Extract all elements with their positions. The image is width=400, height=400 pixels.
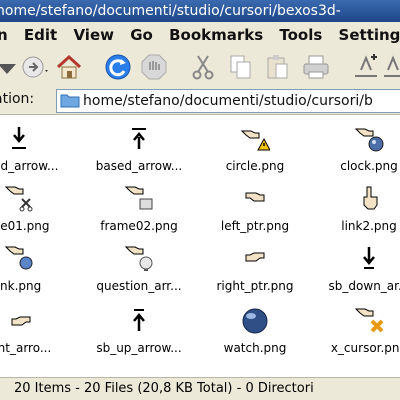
cut-icon[interactable] — [188, 52, 218, 82]
file-item[interactable]: sb_up_arrow... — [80, 301, 198, 361]
decrease-font-icon[interactable] — [382, 52, 400, 82]
file-name: x_cursor.png — [330, 341, 400, 355]
file-item[interactable]: me01.png — [0, 179, 78, 239]
menu-item-edit[interactable]: Edit — [24, 26, 57, 44]
copy-icon[interactable] — [225, 52, 255, 82]
location-input[interactable]: home/stefano/documenti/studio/cursori/b — [56, 89, 400, 113]
folder-icon — [60, 94, 80, 108]
menu-item-settings[interactable]: Settings — [339, 26, 400, 44]
hand-right-arrow-cursor-icon — [11, 316, 31, 326]
file-name: right_ptr.png — [216, 279, 294, 293]
file-item[interactable]: clock.png — [310, 119, 400, 179]
window-title: home/stefano/documenti/studio/cursori/be… — [0, 3, 341, 19]
file-item[interactable]: link2.png — [310, 179, 400, 239]
file-item[interactable]: sb_down_ar... — [310, 239, 400, 299]
location-bar: ation: home/stefano/documenti/studio/cur… — [0, 86, 400, 115]
file-item[interactable]: frame02.png — [80, 179, 198, 239]
file-item[interactable]: watch.png — [196, 301, 314, 361]
file-name: me01.png — [0, 219, 50, 233]
file-item[interactable]: question_arr... — [80, 239, 198, 299]
stop-icon[interactable] — [139, 52, 169, 82]
file-name: ased_arrow... — [0, 159, 59, 173]
hand-left-pointer-icon — [245, 192, 265, 202]
hand-scissors-cursor-icon — [4, 186, 33, 212]
file-name: sb_up_arrow... — [96, 341, 182, 355]
paste-icon[interactable] — [262, 52, 292, 82]
hand-right-pointer-icon — [245, 252, 265, 262]
status-text: 20 Items - 20 Files (20,8 KB Total) - 0 … — [14, 381, 314, 396]
menu-bar: n Edit View Go Bookmarks Tools Settings … — [0, 22, 400, 48]
file-icon-view[interactable]: ased_arrow... based_arrow... circle.png … — [0, 115, 400, 377]
file-name: ight_arro... — [0, 341, 52, 355]
file-item[interactable]: ink.png — [0, 239, 78, 299]
hand-globe-cursor-icon — [4, 246, 33, 270]
file-item[interactable]: right_ptr.png — [196, 239, 314, 299]
file-name: sb_down_ar... — [328, 279, 400, 293]
increase-font-icon[interactable] — [351, 52, 381, 82]
file-name: link2.png — [341, 219, 397, 233]
hand-link-cursor-icon — [363, 186, 378, 210]
location-value: home/stefano/documenti/studio/cursori/b — [83, 93, 373, 109]
up-arrow-icon[interactable] — [0, 52, 22, 82]
file-name: circle.png — [225, 159, 285, 173]
home-icon[interactable] — [54, 52, 84, 82]
file-item[interactable]: circle.png — [196, 119, 314, 179]
arrow-down-cursor-icon — [363, 247, 375, 269]
forward-icon[interactable] — [20, 52, 50, 82]
menu-item-tools[interactable]: Tools — [279, 26, 322, 44]
arrow-down-cursor-icon — [12, 127, 26, 149]
toolbar — [0, 48, 400, 86]
file-name: clock.png — [340, 159, 398, 173]
status-bar: 20 Items - 20 Files (20,8 KB Total) - 0 … — [0, 377, 400, 400]
window-title-bar[interactable]: home/stefano/documenti/studio/cursori/be… — [0, 0, 400, 22]
print-icon[interactable] — [301, 52, 331, 82]
location-label: ation: — [0, 91, 35, 107]
hand-frame-cursor-icon — [124, 186, 153, 210]
hand-clock-cursor-icon — [354, 128, 384, 152]
file-item[interactable]: x_cursor.png — [310, 301, 400, 361]
globe-watch-icon — [242, 308, 268, 334]
file-item[interactable]: ased_arrow... — [0, 119, 78, 179]
file-name: based_arrow... — [95, 159, 183, 173]
reload-icon[interactable] — [103, 52, 133, 82]
file-item[interactable]: ight_arro... — [0, 301, 78, 361]
file-name: watch.png — [223, 341, 287, 355]
menu-item-file[interactable]: n — [0, 26, 8, 44]
file-item[interactable]: based_arrow... — [80, 119, 198, 179]
hand-x-cursor-icon — [354, 308, 384, 333]
arrow-up-cursor-icon — [132, 128, 146, 149]
file-name: ink.png — [0, 279, 42, 293]
hand-warning-cursor-icon — [240, 130, 270, 151]
file-item[interactable]: left_ptr.png — [196, 179, 314, 239]
hand-question-cursor-icon — [124, 246, 153, 271]
menu-item-bookmarks[interactable]: Bookmarks — [169, 26, 263, 44]
file-name: frame02.png — [100, 219, 178, 233]
menu-item-view[interactable]: View — [73, 26, 114, 44]
file-name: question_arr... — [96, 279, 182, 293]
arrow-up-cursor-icon — [133, 309, 145, 331]
file-name: left_ptr.png — [220, 219, 290, 233]
menu-item-go[interactable]: Go — [130, 26, 153, 44]
